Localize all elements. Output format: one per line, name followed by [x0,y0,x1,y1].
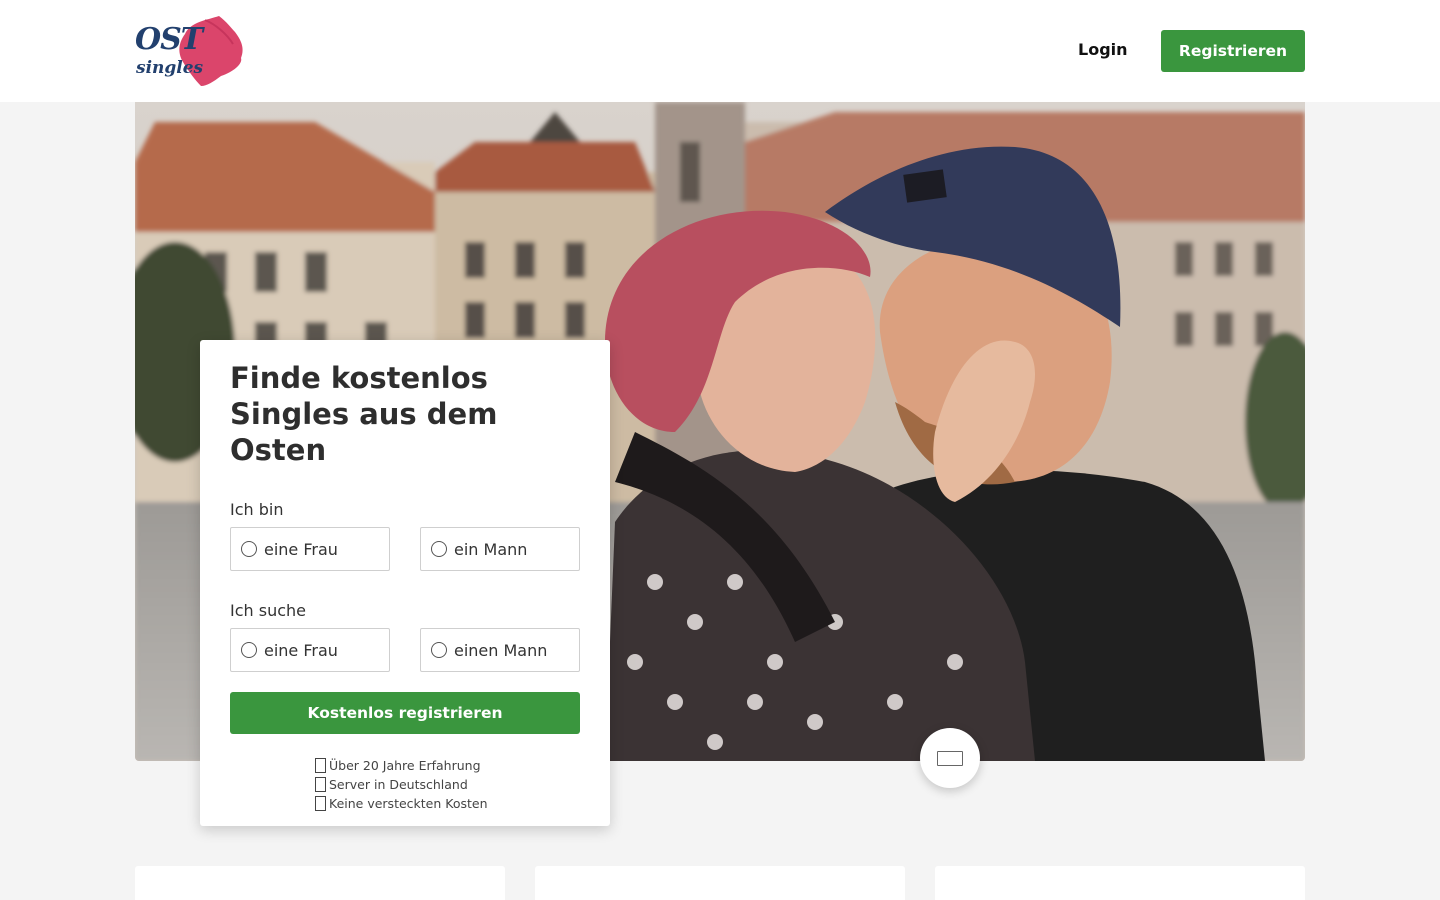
signup-title: Finde kostenlos Singles aus dem Osten [230,361,498,467]
chat-button[interactable] [920,728,980,788]
i-am-label: Ich bin [230,500,284,519]
seeking-label: Ich suche [230,601,306,620]
radio-icon [241,642,257,658]
free-register-button[interactable]: Kostenlos registrieren [230,692,580,734]
seeking-woman-radio[interactable]: eine Frau [230,628,390,672]
site-logo[interactable]: OST singles [135,14,245,88]
login-link[interactable]: Login [1068,38,1138,61]
seeking-man-radio[interactable]: einen Mann [420,628,580,672]
benefit-text: Server in Deutschland [329,777,468,792]
benefit-item: Keine versteckten Kosten [315,794,495,813]
i-am-man-radio[interactable]: ein Mann [420,527,580,571]
register-button[interactable]: Registrieren [1161,30,1305,72]
benefits-list: Über 20 Jahre Erfahrung Server in Deutsc… [230,756,580,813]
radio-icon [241,541,257,557]
radio-label: eine Frau [264,640,338,660]
benefit-text: Keine versteckten Kosten [329,796,488,811]
radio-label: eine Frau [264,539,338,559]
seeking-options: eine Frau einen Mann [230,628,580,672]
radio-icon [431,642,447,658]
radio-label: einen Mann [454,640,548,660]
tag-icon [315,796,326,811]
benefit-item: Server in Deutschland [315,775,495,794]
feature-card [135,866,505,900]
feature-card [535,866,905,900]
radio-label: ein Mann [454,539,528,559]
check-icon [315,758,326,773]
i-am-woman-radio[interactable]: eine Frau [230,527,390,571]
feature-card [935,866,1305,900]
benefit-text: Über 20 Jahre Erfahrung [329,758,481,773]
server-icon [315,777,326,792]
logo-wordmark-ost: OST [135,22,203,57]
benefit-item: Über 20 Jahre Erfahrung [315,756,495,775]
i-am-options: eine Frau ein Mann [230,527,580,571]
site-header: OST singles Login Registrieren [0,0,1440,102]
logo-wordmark-singles: singles [136,58,204,78]
message-icon [937,750,963,766]
radio-icon [431,541,447,557]
signup-form-card: Finde kostenlos Singles aus dem Osten Ic… [200,340,610,826]
